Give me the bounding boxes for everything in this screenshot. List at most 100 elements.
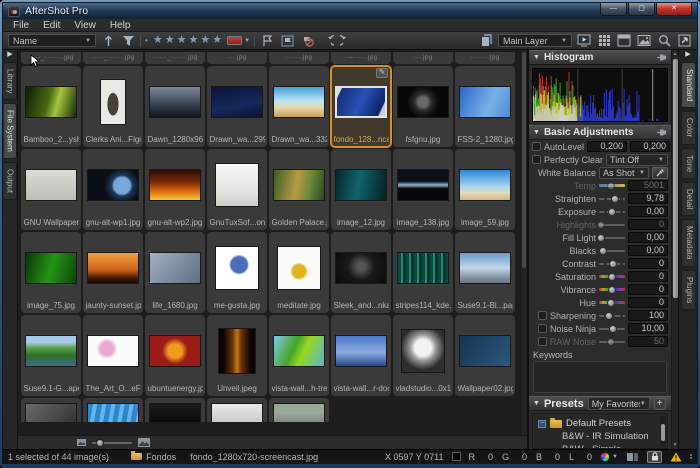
close-button[interactable]: ✕ [656,3,692,16]
thumbnail-cell[interactable]: image_12.jpg [331,149,391,230]
slider-value[interactable]: 0 [628,284,668,295]
tab-library[interactable]: Library [4,62,17,100]
eyedropper-button[interactable] [652,167,668,179]
grid-scrollbar-thumb[interactable] [522,52,526,268]
thumbnail-cell[interactable]: Suse9.1-G...apers.jpg [21,315,81,396]
white-balance-dropdown[interactable]: As Shot ▼ [599,167,649,179]
layers-icon[interactable] [478,33,494,48]
thumbnail-cell[interactable]: stripes114_kde.jpg [393,232,453,313]
tint-dropdown[interactable]: Tint Off ▼ [606,154,668,166]
keywords-textarea[interactable] [533,361,667,393]
tab-file-system[interactable]: File System [4,103,17,159]
slider-track[interactable] [599,259,625,269]
star-icon[interactable]: ★ [187,35,199,46]
fullscreen-icon[interactable] [676,33,692,48]
autolevel-value-2[interactable]: 0,200 [630,141,670,152]
thumbnail-cell[interactable]: gnu-alt-wp1.jpg [83,149,143,230]
slider-handle[interactable] [597,234,605,242]
pin-icon[interactable] [656,128,667,137]
scroll-down-icon[interactable]: ▼ [672,442,678,448]
grid-view-icon[interactable] [596,33,612,48]
thumbnail-cell[interactable]: image_75.jpg [21,232,81,313]
thumbnail-cell[interactable]: Dawn_1280x960.jpg [145,66,205,147]
menu-item-edit[interactable]: Edit [36,19,67,32]
slider-track[interactable] [599,337,625,347]
thumbnail-cell[interactable]: image_138.jpg [393,149,453,230]
collapse-caret-icon[interactable]: ▼ [533,54,540,61]
presets-header[interactable]: ▼ Presets My Favorites ▼ + [529,396,671,411]
presets-scrollbar[interactable] [660,416,666,446]
basic-adjustments-header[interactable]: ▼ Basic Adjustments [529,125,671,140]
folder-breadcrumb[interactable]: Fondos [131,452,176,462]
thumbnail-cell[interactable]: image_59.jpg [455,149,515,230]
preset-item[interactable]: B&W - Simple [538,443,655,449]
slider-track[interactable] [599,324,625,334]
flag-pick-icon[interactable] [279,33,295,48]
thumbnail-cell[interactable]: Golden Palace.jpg [269,149,329,230]
slider-track[interactable] [599,246,625,256]
slider-value[interactable]: 9,78 [628,193,668,204]
tab-output[interactable]: Output [4,162,17,200]
autolevel-value-1[interactable]: 0,200 [587,141,627,152]
slider-value[interactable]: 0 [628,219,668,230]
menu-item-view[interactable]: View [67,19,103,32]
preset-folder[interactable]: − Default Presets [538,417,655,430]
slider-value[interactable]: 0 [628,271,668,282]
slider-track[interactable] [599,207,625,217]
slider-handle[interactable] [608,286,616,294]
tab-tone[interactable]: Tone [681,148,695,179]
thumbnail-cell[interactable]: life_1680.jpg [145,232,205,313]
thumbnail-cell[interactable]: me-gusta.jpg [207,232,267,313]
scroll-up-icon[interactable]: ▲ [672,51,678,57]
slider-handle[interactable] [608,273,616,281]
star-icon[interactable]: ★ [152,35,164,46]
thumbnail-cell[interactable]: ✎fondo_128...ncast.jpg [331,66,391,147]
thumbnail-cell[interactable]: ··–·····.jpg [331,52,391,64]
thumbnail-cell[interactable]: GNU Wallpaper 2.jpg [21,149,81,230]
thumbnail-cell[interactable]: ···.jpg [207,52,267,64]
slider-value[interactable]: 50 [628,336,668,347]
zoom-out-thumbnails-icon[interactable] [76,438,87,447]
thumbnail-cell[interactable]: ·····_·······.jpg [21,52,81,64]
collapse-left-panel-icon[interactable]: ▶ [7,51,12,59]
slider-handle[interactable] [597,221,605,229]
thumbnail-cell[interactable]: vista-wall...r-dock.jpg [331,315,391,396]
flag-icon[interactable] [259,33,275,48]
thumbnail-cell[interactable]: fsfgnu.jpg [393,66,453,147]
thumbnail-cell[interactable]: Bamboo_2...ysha.jpg [21,66,81,147]
star-icon[interactable]: ★ [211,35,223,46]
thumbnail-cell[interactable]: Drawn_wa...332_.jpg [269,66,329,147]
thumbnail-cell[interactable]: jaunty-sunset.jpg [83,232,143,313]
thumbnail-cell[interactable]: ubuntuenergy.jpg [145,315,205,396]
thumbnail-cell[interactable] [21,398,81,422]
sort-direction-icon[interactable] [100,33,116,48]
maximize-button[interactable]: ▢ [628,3,655,16]
slider-handle[interactable] [607,299,615,307]
slider-value[interactable]: 0,00 [628,206,668,217]
slideshow-icon[interactable] [576,33,592,48]
thumbnail-cell[interactable]: Clerks Ani...Figure.jpg [83,66,143,147]
thumbnail-cell[interactable] [269,398,329,422]
thumbnail-cell[interactable]: Drawn_wa...299_.jpg [207,66,267,147]
thumbnail-cell[interactable]: Wallpaper02.jpg [455,315,515,396]
tab-standard[interactable]: Standard [681,62,695,108]
autolevel-checkbox[interactable] [532,142,541,151]
slider-handle[interactable] [607,182,615,190]
slider-value[interactable]: 0 [628,258,668,269]
slider-handle[interactable] [609,260,617,268]
tab-detail[interactable]: Detail [681,182,695,216]
tab-plugins[interactable]: Plugins [681,270,695,310]
panel-scrollbar[interactable]: ▲ ▼ [671,50,678,449]
thumbnail-cell[interactable] [145,398,205,422]
browse-view-icon[interactable] [616,33,632,48]
thumbnail-cell[interactable]: ···.jpg [393,52,453,64]
slider-track[interactable] [599,285,625,295]
star-icon[interactable]: ★ [164,35,176,46]
slider-track[interactable] [599,194,625,204]
minimize-button[interactable]: — [600,3,627,16]
preview-icon[interactable] [636,33,652,48]
thumbnail-cell[interactable]: gnu-alt-wp2.jpg [145,149,205,230]
tab-metadata[interactable]: Metadata [681,219,695,266]
thumbnail-cell[interactable]: ·······.jpg [455,52,515,64]
slider-handle[interactable] [611,195,619,203]
